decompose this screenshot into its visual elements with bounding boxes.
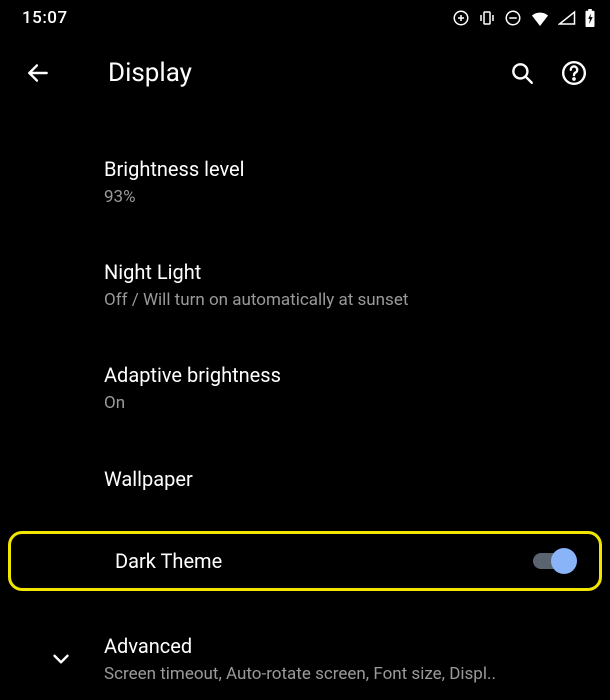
item-title: Adaptive brightness <box>104 362 586 388</box>
chevron-down-icon <box>48 646 74 672</box>
wallpaper-item[interactable]: Wallpaper <box>0 447 610 511</box>
search-button[interactable] <box>498 49 546 97</box>
advanced-item[interactable]: Advanced Screen timeout, Auto-rotate scr… <box>0 615 610 700</box>
settings-list: Brightness level 93% Night Light Off / W… <box>0 110 610 700</box>
night-light-item[interactable]: Night Light Off / Will turn on automatic… <box>0 241 610 330</box>
item-title: Wallpaper <box>104 466 586 492</box>
item-subtitle: On <box>104 392 586 415</box>
battery-charging-icon <box>584 9 596 27</box>
status-icons <box>452 9 596 27</box>
item-subtitle: 93% <box>104 186 586 209</box>
dark-theme-toggle[interactable] <box>533 548 577 574</box>
help-button[interactable] <box>550 49 598 97</box>
dnd-icon <box>504 9 522 27</box>
highlight-box: Dark Theme <box>8 531 602 591</box>
item-subtitle: Screen timeout, Auto-rotate screen, Font… <box>104 663 586 686</box>
item-title: Brightness level <box>104 156 586 182</box>
dark-theme-item[interactable]: Dark Theme <box>11 534 599 588</box>
item-title: Night Light <box>104 259 586 285</box>
back-button[interactable] <box>14 49 62 97</box>
arrow-left-icon <box>25 60 51 86</box>
switch-thumb <box>551 548 577 574</box>
add-alert-icon <box>452 9 470 27</box>
signal-icon <box>558 10 576 26</box>
status-bar: 15:07 <box>0 0 610 36</box>
search-icon <box>509 60 535 86</box>
page-title: Display <box>108 58 494 88</box>
brightness-level-item[interactable]: Brightness level 93% <box>0 138 610 227</box>
help-icon <box>561 60 587 86</box>
item-title: Advanced <box>104 633 586 659</box>
item-title: Dark Theme <box>115 548 533 574</box>
app-bar: Display <box>0 36 610 110</box>
item-subtitle: Off / Will turn on automatically at suns… <box>104 289 586 312</box>
wifi-icon <box>530 10 550 26</box>
vibrate-icon <box>478 9 496 27</box>
clock: 15:07 <box>22 8 68 28</box>
adaptive-brightness-item[interactable]: Adaptive brightness On <box>0 344 610 433</box>
